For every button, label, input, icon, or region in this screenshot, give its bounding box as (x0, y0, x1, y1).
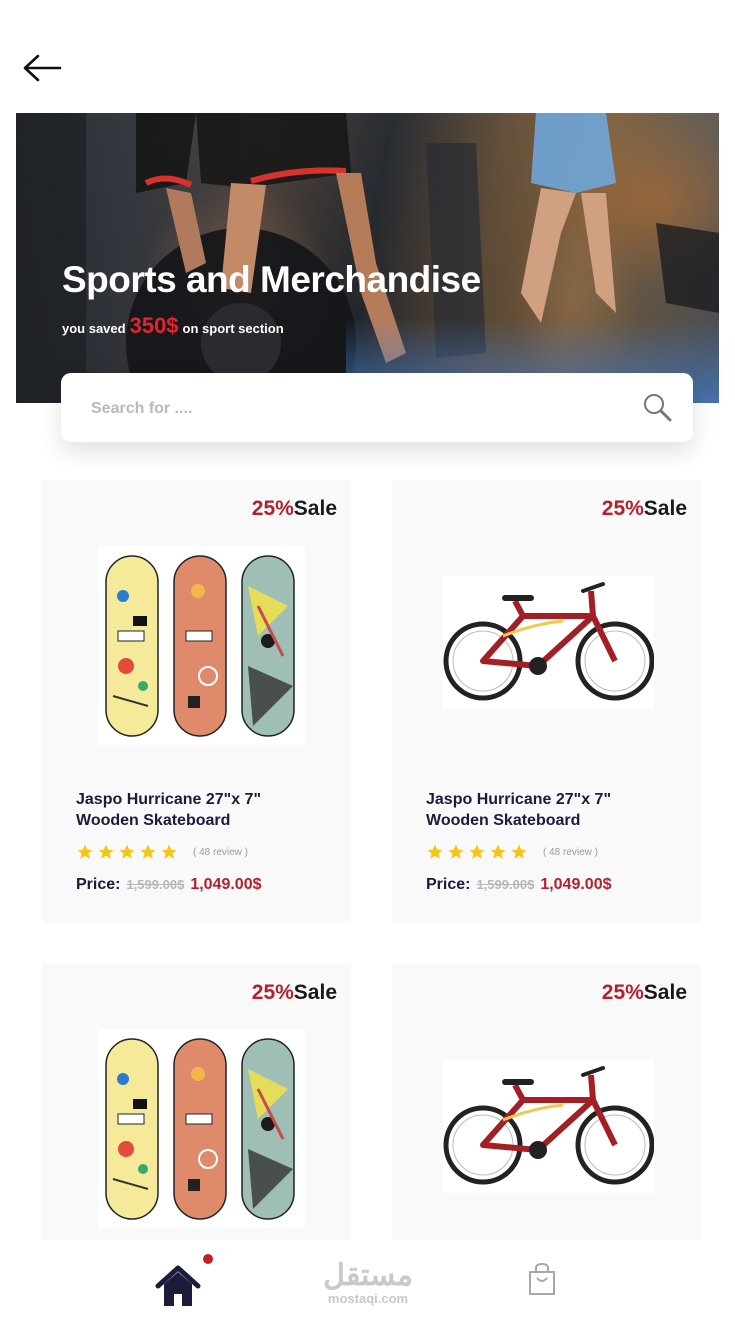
star-icon (511, 844, 527, 859)
new-price: 1,049.00$ (540, 876, 612, 893)
star-icon (490, 844, 506, 859)
search-icon[interactable] (641, 391, 673, 423)
product-rating: ( 48 review ) (76, 843, 248, 861)
product-name[interactable]: Jaspo Hurricane 27"x 7" Wooden Skateboar… (426, 789, 666, 831)
star-icon (119, 844, 135, 859)
sale-badge: 25%Sale (601, 981, 687, 1004)
product-card[interactable]: 25%Sale (392, 964, 701, 1240)
shopping-bag-icon[interactable] (527, 1262, 557, 1296)
sale-badge: 25%Sale (251, 981, 337, 1004)
hero-subtitle: you saved 350$ on sport section (62, 313, 284, 339)
price-label: Price: (76, 876, 121, 893)
review-count: ( 48 review ) (193, 846, 249, 858)
star-icon (448, 844, 464, 859)
bicycle-image (443, 1060, 655, 1193)
hero-title: Sports and Merchandise (62, 259, 481, 300)
star-icon (161, 844, 177, 859)
star-icon (77, 844, 93, 859)
bicycle-image (443, 576, 655, 709)
star-icon (469, 844, 485, 859)
arrow-left-icon (23, 54, 62, 82)
old-price: 1,599.00$ (476, 877, 535, 892)
watermark: مستقل mostaqi.com (318, 1260, 418, 1306)
star-icon (98, 844, 114, 859)
hero-subtitle-prefix: you saved (62, 321, 126, 336)
product-card[interactable]: 25%Sale (42, 964, 351, 1240)
sale-badge: 25%Sale (251, 497, 337, 520)
sale-badge: 25%Sale (601, 497, 687, 520)
product-card[interactable]: 25%Sale Jaspo Hurricane 27"x 7" Wooden S… (392, 480, 701, 923)
saved-amount: 350$ (129, 313, 179, 338)
product-price: Price: 1,599.00$ 1,049.00$ (76, 876, 262, 894)
product-name[interactable]: Jaspo Hurricane 27"x 7" Wooden Skateboar… (76, 789, 316, 831)
watermark-arabic: مستقل (323, 1259, 413, 1292)
new-price: 1,049.00$ (190, 876, 262, 893)
notification-dot (203, 1254, 213, 1264)
search-input[interactable] (89, 393, 613, 425)
hero-subtitle-suffix: on sport section (182, 321, 284, 336)
star-icon (140, 844, 156, 859)
skateboard-image (98, 1029, 305, 1228)
product-rating: ( 48 review ) (426, 843, 598, 861)
product-card[interactable]: 25%Sale Jaspo Hurricane 27"x 7" Wooden S… (42, 480, 351, 923)
review-count: ( 48 review ) (543, 846, 599, 858)
old-price: 1,599.00$ (126, 877, 185, 892)
price-label: Price: (426, 876, 471, 893)
bottom-nav: مستقل mostaqi.com (0, 1240, 735, 1334)
skateboard-image (98, 546, 305, 745)
home-icon[interactable] (155, 1264, 201, 1308)
search-bar (61, 373, 693, 442)
star-icon (427, 844, 443, 859)
watermark-url: mostaqi.com (327, 1291, 409, 1306)
product-price: Price: 1,599.00$ 1,049.00$ (426, 876, 612, 894)
back-button[interactable] (20, 50, 64, 86)
hero-banner: Sports and Merchandise you saved 350$ on… (16, 113, 719, 403)
